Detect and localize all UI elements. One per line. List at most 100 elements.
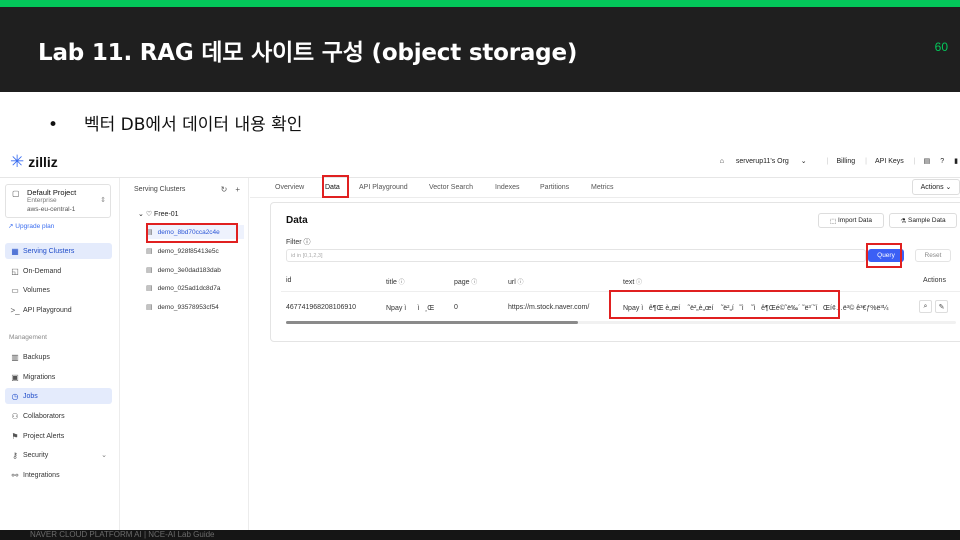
table-icon: ▤ — [146, 248, 153, 255]
top-navigation: ⌂ serverup11's Org ⌄ | Billing | API Key… — [720, 157, 960, 166]
sidebar-item-label: Backups — [23, 353, 50, 361]
docs-icon[interactable]: ▤ — [924, 157, 931, 165]
column-header-label: id — [286, 277, 292, 284]
actions-menu-button[interactable]: Actions ⌄ — [912, 179, 960, 195]
tab-overview[interactable]: Overview — [275, 184, 304, 191]
refresh-icon[interactable]: ↻ — [221, 185, 228, 194]
sidebar-item-label: Jobs — [23, 392, 38, 400]
cell-id: 467741968208106910 — [286, 304, 357, 311]
collection-item[interactable]: ▤ demo_025ad1dc8d7a — [146, 281, 244, 295]
sidebar-item-label: On-Demand — [23, 267, 62, 275]
bullet-item: • 벡터 DB에서 데이터 내용 확인 — [48, 110, 302, 135]
bullet-text: 벡터 DB에서 데이터 내용 확인 — [84, 115, 303, 135]
sidebar-item-label: Security — [23, 451, 49, 459]
sidebar-item-integrations[interactable]: ⚯ Integrations — [5, 467, 112, 483]
query-button[interactable]: Query — [868, 249, 904, 262]
edit-icon[interactable]: ✎ — [935, 300, 948, 313]
upgrade-label: Upgrade plan — [15, 223, 55, 230]
help-icon[interactable]: ? — [940, 158, 944, 165]
search-icon[interactable]: ⌕ — [919, 300, 932, 313]
sidebar-item-label: Migrations — [23, 373, 56, 381]
org-switcher[interactable]: ⌂ serverup11's Org ⌄ — [720, 157, 817, 165]
sidebar-item-migrations[interactable]: ▣ Migrations — [5, 369, 112, 385]
collection-item[interactable]: ▤ demo_93578953cf54 — [146, 300, 244, 314]
sidebar-item-volumes[interactable]: ▭ Volumes — [5, 282, 112, 298]
sidebar-item-label: Project Alerts — [23, 432, 65, 440]
divider: | — [826, 157, 829, 165]
tab-indexes[interactable]: Indexes — [495, 184, 520, 191]
tab-api-playground[interactable]: API Playground — [359, 184, 408, 191]
tab-data[interactable]: Data — [325, 184, 340, 191]
billing-link[interactable]: Billing — [836, 158, 855, 165]
column-header-id[interactable]: id — [286, 277, 291, 284]
tab-partitions[interactable]: Partitions — [540, 184, 569, 191]
key-icon: ⚷ — [12, 450, 18, 460]
cluster-name: Free-01 — [154, 211, 179, 218]
column-header-url[interactable]: url ⓘ — [508, 277, 523, 286]
chevron-down-icon: ⌄ — [798, 158, 807, 165]
terminal-icon: >_ — [10, 305, 20, 315]
sidebar-item-jobs[interactable]: ◷ Jobs — [5, 388, 112, 404]
page-number: 60 — [934, 40, 948, 54]
sidebar-item-backups[interactable]: ▥ Backups — [5, 349, 112, 365]
cluster-panel-tools: ↻ + — [213, 185, 240, 194]
sidebar-item-label: Integrations — [23, 471, 60, 479]
sidebar-item-project-alerts[interactable]: ⚑ Project Alerts — [5, 428, 112, 444]
filter-label: Filter ⓘ — [286, 237, 311, 247]
api-keys-link[interactable]: API Keys — [875, 158, 904, 165]
collection-item[interactable]: ▤ demo_8bd70cca2c4e — [146, 225, 244, 239]
reset-button[interactable]: Reset — [915, 249, 951, 262]
sidebar-item-on-demand[interactable]: ◱ On-Demand — [5, 263, 112, 279]
cell-text: Npay ìê¶Œ è„œí ˜ë²„è„œí ˜ë²„í˜ì ˜ì… — [623, 305, 889, 312]
folder-icon: ▢ — [12, 189, 20, 198]
sample-data-label: Sample Data — [908, 217, 946, 224]
sidebar-item-security[interactable]: ⚷ Security ⌄ — [5, 447, 112, 463]
add-icon[interactable]: + — [235, 185, 240, 194]
zilliz-logo[interactable]: ✳ zilliz — [10, 153, 58, 170]
slide-title: Lab 11. RAG 데모 사이트 구성 (object storage) — [38, 40, 578, 66]
column-header-page[interactable]: page ⓘ — [454, 277, 477, 286]
menu-icon[interactable]: ▮ — [954, 157, 958, 165]
cluster-node[interactable]: ⌄ ♡ Free-01 — [138, 210, 179, 218]
column-header-title[interactable]: title ⓘ — [386, 277, 405, 286]
info-icon: ⓘ — [634, 280, 642, 286]
upgrade-plan-link[interactable]: ↗ Upgrade plan — [8, 222, 54, 230]
info-icon: ⓘ — [515, 280, 524, 286]
sidebar-item-collaborators[interactable]: ⚇ Collaborators — [5, 408, 112, 424]
tab-metrics[interactable]: Metrics — [591, 184, 614, 191]
collection-item[interactable]: ▤ demo_3e0dad183dab — [146, 263, 244, 277]
sidebar-item-label: API Playground — [23, 306, 72, 314]
tab-vector-search[interactable]: Vector Search — [429, 184, 473, 191]
column-header-label: text — [623, 279, 635, 286]
info-icon: ⓘ — [469, 280, 478, 286]
collection-item[interactable]: ▤ demo_928f85413e5c — [146, 244, 244, 258]
migration-icon: ▣ — [11, 372, 19, 382]
backup-icon: ▥ — [11, 352, 19, 362]
table-icon: ▤ — [146, 267, 153, 274]
sidebar-item-label: Volumes — [23, 286, 50, 294]
project-name: Default Project — [27, 188, 77, 197]
import-data-button[interactable]: ⬚ Import Data — [818, 213, 884, 228]
project-region: aws-eu-central-1 — [27, 206, 76, 213]
data-card-title: Data — [286, 215, 308, 226]
collection-name: demo_025ad1dc8d7a — [157, 284, 221, 292]
users-icon: ⚇ — [11, 411, 19, 421]
data-card: Data ⬚ Import Data ⚗ Sample Data Filter … — [270, 202, 960, 342]
column-header-text[interactable]: text ⓘ — [623, 277, 642, 286]
console-sidebar: ▢ Default Project Enterprise aws-eu-cent… — [0, 178, 120, 530]
chevron-down-icon: ⌄ — [138, 211, 146, 218]
scrollbar-thumb[interactable] — [286, 321, 578, 324]
column-header-label: url — [508, 279, 516, 286]
zilliz-console-screenshot: ✳ zilliz ⌂ serverup11's Org ⌄ | Billing … — [0, 147, 960, 530]
table-icon: ▤ — [146, 304, 153, 311]
footer-text: NAVER CLOUD PLATFORM AI | NCE-AI Lab Gui… — [30, 530, 215, 539]
chevron-down-icon: ⌄ — [101, 452, 107, 459]
sidebar-item-serving-clusters[interactable]: ▦ Serving Clusters — [5, 243, 112, 259]
project-selector[interactable]: ▢ Default Project Enterprise aws-eu-cent… — [5, 184, 111, 218]
sidebar-item-api-playground[interactable]: >_ API Playground — [5, 302, 112, 318]
sample-data-button[interactable]: ⚗ Sample Data — [889, 213, 957, 228]
filter-input[interactable]: id in [0,1,2,3] — [286, 249, 866, 262]
integration-icon: ⚯ — [11, 470, 19, 480]
collection-name: demo_928f85413e5c — [157, 247, 219, 255]
on-demand-icon: ◱ — [11, 266, 19, 276]
